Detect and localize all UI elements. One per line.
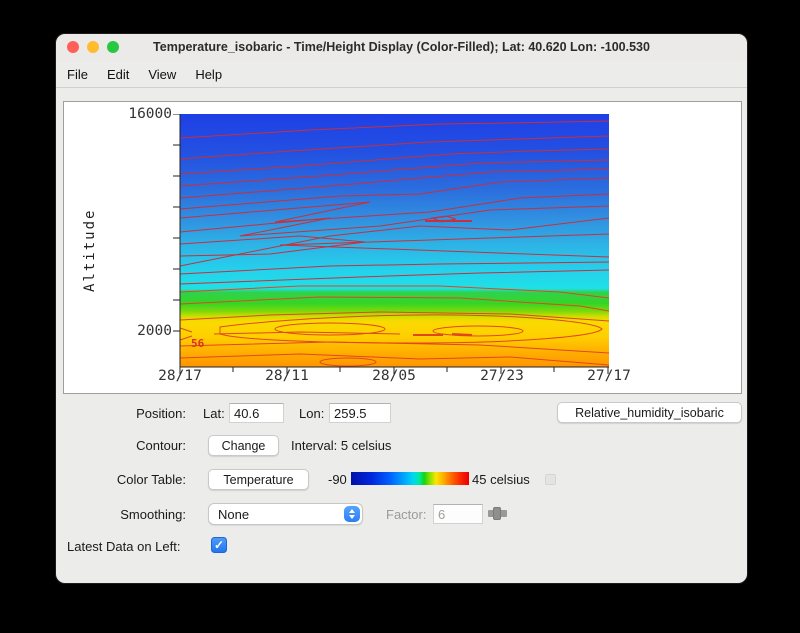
y-tick-16000: 16000	[104, 106, 172, 122]
contour-change-button[interactable]: Change	[208, 435, 279, 456]
checkmark-icon: ✓	[214, 538, 224, 552]
latest-data-label: Latest Data on Left:	[67, 539, 180, 554]
contour-plot[interactable]	[172, 114, 609, 376]
color-table-label: Color Table:	[86, 472, 186, 487]
position-label: Position:	[86, 406, 186, 421]
menu-bar: File Edit View Help	[56, 61, 747, 88]
app-window: Temperature_isobaric - Time/Height Displ…	[55, 33, 748, 584]
lat-label: Lat:	[203, 406, 225, 421]
factor-label: Factor:	[386, 507, 426, 522]
filled-contour-field	[180, 114, 609, 367]
color-range-min: -90	[328, 472, 347, 487]
window-title: Temperature_isobaric - Time/Height Displ…	[56, 40, 747, 54]
stepper-icon	[344, 506, 360, 522]
factor-input[interactable]	[433, 504, 483, 524]
x-tick-0: 28/17	[145, 368, 215, 384]
color-scale-bar	[351, 472, 469, 485]
y-axis-label: Altitude	[82, 180, 100, 320]
menu-view[interactable]: View	[148, 67, 176, 82]
menu-edit[interactable]: Edit	[107, 67, 129, 82]
smoothing-selected-value: None	[209, 507, 344, 522]
title-bar: Temperature_isobaric - Time/Height Displ…	[56, 34, 747, 61]
lat-input[interactable]	[229, 403, 284, 423]
y-tick-2000: 2000	[104, 323, 172, 339]
smoothing-dropdown[interactable]: None	[208, 503, 363, 525]
time-height-chart-panel[interactable]: Altitude 16000 2000	[63, 101, 742, 394]
x-tick-3: 27/23	[467, 368, 537, 384]
x-tick-4: 27/17	[574, 368, 644, 384]
lon-label: Lon:	[299, 406, 324, 421]
latest-data-checkbox[interactable]: ✓	[211, 537, 227, 553]
contour-label: Contour:	[86, 438, 186, 453]
menu-help[interactable]: Help	[195, 67, 222, 82]
color-table-button[interactable]: Temperature	[208, 469, 309, 490]
color-range-max: 45 celsius	[472, 472, 530, 487]
lon-input[interactable]	[329, 403, 391, 423]
smoothing-slider-icon[interactable]	[488, 510, 507, 517]
relative-humidity-button[interactable]: Relative_humidity_isobaric	[557, 402, 742, 423]
x-tick-1: 28/11	[252, 368, 322, 384]
x-tick-2: 28/05	[359, 368, 429, 384]
menu-file[interactable]: File	[67, 67, 88, 82]
smoothing-label: Smoothing:	[86, 507, 186, 522]
color-scale-widget-button[interactable]	[545, 474, 556, 485]
contour-value-label: 56	[191, 337, 204, 350]
contour-interval-text: Interval: 5 celsius	[291, 438, 391, 453]
